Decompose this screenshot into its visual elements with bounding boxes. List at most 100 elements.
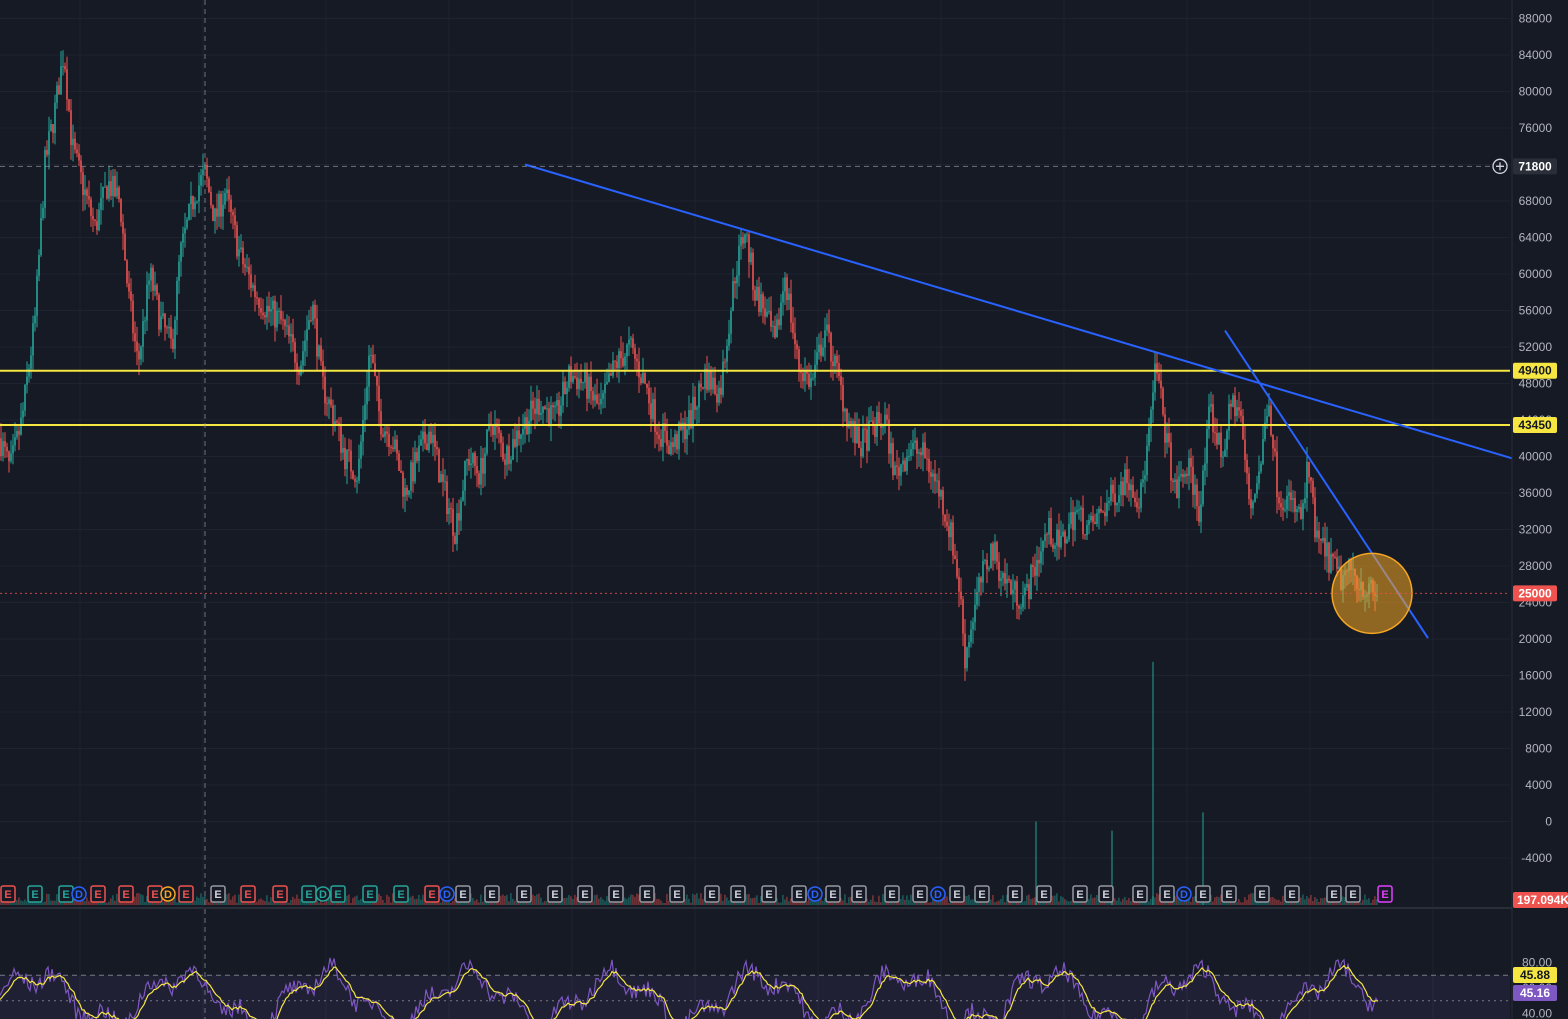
candle xyxy=(1244,439,1246,460)
event-label: E xyxy=(765,889,772,901)
earnings-marker[interactable]: E xyxy=(825,885,841,903)
earnings-marker[interactable]: E xyxy=(1221,885,1237,903)
earnings-marker[interactable]: E xyxy=(704,885,720,903)
candle xyxy=(590,376,592,392)
earnings-marker[interactable]: E xyxy=(118,885,134,903)
earnings-marker[interactable]: E xyxy=(1159,885,1175,903)
candle xyxy=(332,405,334,425)
earnings-marker[interactable]: E xyxy=(240,885,256,903)
volume-bar xyxy=(144,901,146,905)
earnings-marker[interactable]: E xyxy=(58,885,74,903)
candle xyxy=(398,453,400,471)
candle xyxy=(176,280,178,321)
earnings-marker[interactable]: E xyxy=(1098,885,1114,903)
volume-bar xyxy=(228,893,230,905)
candle xyxy=(776,319,778,338)
earnings-marker[interactable]: E xyxy=(791,885,807,903)
volume-bar xyxy=(602,899,604,905)
dividend-marker[interactable]: D xyxy=(807,886,823,902)
earnings-marker[interactable]: E xyxy=(884,885,900,903)
candle xyxy=(458,513,460,521)
candle xyxy=(478,473,480,485)
candle xyxy=(1222,456,1224,458)
dividend-marker[interactable]: D xyxy=(930,886,946,902)
candle xyxy=(364,404,366,421)
candle xyxy=(404,487,406,497)
candle xyxy=(502,442,504,460)
earnings-marker[interactable]: E xyxy=(301,885,317,903)
earnings-marker[interactable]: E xyxy=(484,885,500,903)
candle xyxy=(1014,581,1016,590)
volume-bar xyxy=(636,893,638,905)
price-tick-label: 40000 xyxy=(1519,450,1553,464)
earnings-marker[interactable]: E xyxy=(669,885,685,903)
event-label: E xyxy=(428,889,435,901)
earnings-marker[interactable]: E xyxy=(147,885,163,903)
volume-bar xyxy=(568,894,570,905)
earnings-marker[interactable]: E xyxy=(1254,885,1270,903)
price-tick-label: 12000 xyxy=(1519,705,1553,719)
earnings-marker[interactable]: E xyxy=(424,885,440,903)
volume-bar xyxy=(138,893,140,905)
candle xyxy=(1288,492,1290,496)
earnings-marker[interactable]: E xyxy=(272,885,288,903)
earnings-marker[interactable]: E xyxy=(1345,885,1361,903)
earnings-marker[interactable]: E xyxy=(730,885,746,903)
dividend-marker[interactable]: D xyxy=(439,886,455,902)
earnings-marker[interactable]: E xyxy=(210,885,226,903)
earnings-marker[interactable]: E xyxy=(1326,885,1342,903)
candle xyxy=(358,458,360,481)
earnings-marker[interactable]: E xyxy=(90,885,106,903)
earnings-marker[interactable]: E xyxy=(0,885,16,903)
earnings-marker[interactable]: E xyxy=(27,885,43,903)
candle xyxy=(30,355,32,369)
earnings-marker[interactable]: E xyxy=(1072,885,1088,903)
earnings-marker[interactable]: E xyxy=(949,885,965,903)
earnings-marker[interactable]: E xyxy=(1284,885,1300,903)
volume-bar xyxy=(1148,901,1150,905)
earnings-marker[interactable]: E xyxy=(516,885,532,903)
candle xyxy=(1042,541,1044,552)
candle xyxy=(568,366,570,388)
earnings-marker[interactable]: E xyxy=(851,885,867,903)
price-chart[interactable]: EEEDEEEDEEEEEDEEEEDEEEEEEEEEEEEDEEEEDEEE… xyxy=(0,0,1568,1019)
volume-bar xyxy=(158,902,160,905)
candle xyxy=(956,559,958,577)
earnings-marker[interactable]: E xyxy=(1007,885,1023,903)
earnings-marker[interactable]: E xyxy=(1377,885,1393,903)
candle xyxy=(424,431,426,444)
earnings-marker[interactable]: E xyxy=(577,885,593,903)
dividend-marker[interactable]: D xyxy=(71,886,87,902)
candle xyxy=(768,311,770,313)
earnings-marker[interactable]: E xyxy=(330,885,346,903)
earnings-marker[interactable]: E xyxy=(1036,885,1052,903)
earnings-marker[interactable]: E xyxy=(639,885,655,903)
candle xyxy=(236,225,238,257)
earnings-marker[interactable]: E xyxy=(455,885,471,903)
event-label: E xyxy=(1136,889,1143,901)
event-label: E xyxy=(888,889,895,901)
candle xyxy=(336,421,338,423)
earnings-marker[interactable]: E xyxy=(974,885,990,903)
candle xyxy=(816,352,818,365)
earnings-marker[interactable]: E xyxy=(547,885,563,903)
dividend-marker[interactable]: D xyxy=(160,886,176,902)
earnings-marker[interactable]: E xyxy=(608,885,624,903)
earnings-marker[interactable]: E xyxy=(1195,885,1211,903)
candle xyxy=(94,219,96,222)
earnings-marker[interactable]: E xyxy=(393,885,409,903)
candle xyxy=(616,361,618,368)
volume-bar xyxy=(476,899,478,905)
earnings-marker[interactable]: E xyxy=(912,885,928,903)
candle xyxy=(226,189,228,194)
event-label: E xyxy=(551,889,558,901)
earnings-marker[interactable]: E xyxy=(362,885,378,903)
candle xyxy=(1086,524,1088,536)
volume-bar xyxy=(928,902,930,905)
earnings-marker[interactable]: E xyxy=(761,885,777,903)
dividend-marker[interactable]: D xyxy=(315,886,331,902)
candle xyxy=(998,561,1000,581)
earnings-marker[interactable]: E xyxy=(1132,885,1148,903)
dividend-marker[interactable]: D xyxy=(1176,886,1192,902)
earnings-marker[interactable]: E xyxy=(178,885,194,903)
